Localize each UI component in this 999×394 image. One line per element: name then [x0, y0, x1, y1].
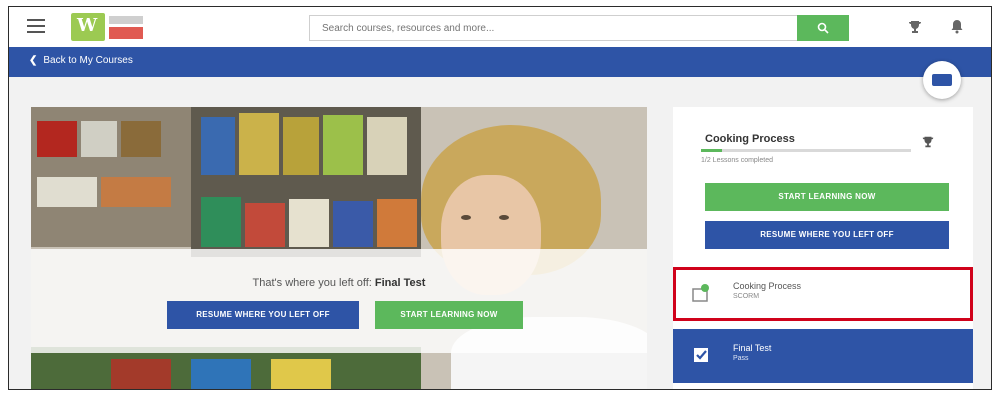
- breadcrumb-bar: ❮ Back to My Courses: [9, 47, 991, 77]
- course-title: Cooking Process: [705, 133, 795, 145]
- back-label: Back to My Courses: [43, 55, 133, 66]
- module-name: Cooking Process: [733, 281, 802, 291]
- module-item[interactable]: Cooking Process SCORM: [673, 267, 973, 321]
- module-status: SCORM: [733, 293, 760, 300]
- chat-icon: [932, 74, 952, 86]
- course-hero-image: That's where you left off: Final Test RE…: [31, 107, 647, 389]
- start-learning-button[interactable]: START LEARNING NOW: [375, 301, 523, 329]
- resume-overlay: That's where you left off: Final Test RE…: [31, 249, 647, 353]
- menu-icon[interactable]: [27, 19, 45, 33]
- search-box: [309, 15, 803, 41]
- last-item: Final Test: [374, 277, 426, 289]
- search-input[interactable]: [320, 16, 794, 40]
- logo[interactable]: W: [71, 13, 145, 41]
- top-bar: W: [9, 7, 991, 48]
- panel-start-learning-button[interactable]: START LEARNING NOW: [705, 183, 949, 211]
- course-panel: Cooking Process 1/2 Lessons completed ST…: [673, 107, 973, 389]
- trophy-icon[interactable]: [907, 19, 923, 35]
- chat-button[interactable]: [923, 61, 961, 99]
- module-name: Final Test: [733, 343, 772, 353]
- chevron-left-icon: ❮: [29, 55, 38, 66]
- progress-bar: [701, 149, 911, 152]
- panel-resume-button[interactable]: RESUME WHERE YOU LEFT OFF: [705, 221, 949, 249]
- resume-prompt: That's where you left off: Final Test: [252, 277, 426, 289]
- resume-button[interactable]: RESUME WHERE YOU LEFT OFF: [167, 301, 359, 329]
- checkbox-checked-icon: [694, 348, 708, 362]
- scorm-icon: [692, 284, 709, 302]
- module-item[interactable]: Final Test Pass: [673, 329, 973, 383]
- trophy-icon: [922, 136, 934, 148]
- back-to-courses-link[interactable]: ❮ Back to My Courses: [29, 55, 133, 66]
- search-button[interactable]: [797, 15, 849, 41]
- progress-text: 1/2 Lessons completed: [701, 157, 773, 164]
- app-window: W ❮ Back to My Courses: [8, 6, 992, 390]
- bell-icon[interactable]: [949, 18, 965, 34]
- search-icon: [817, 22, 829, 34]
- module-status: Pass: [733, 355, 749, 362]
